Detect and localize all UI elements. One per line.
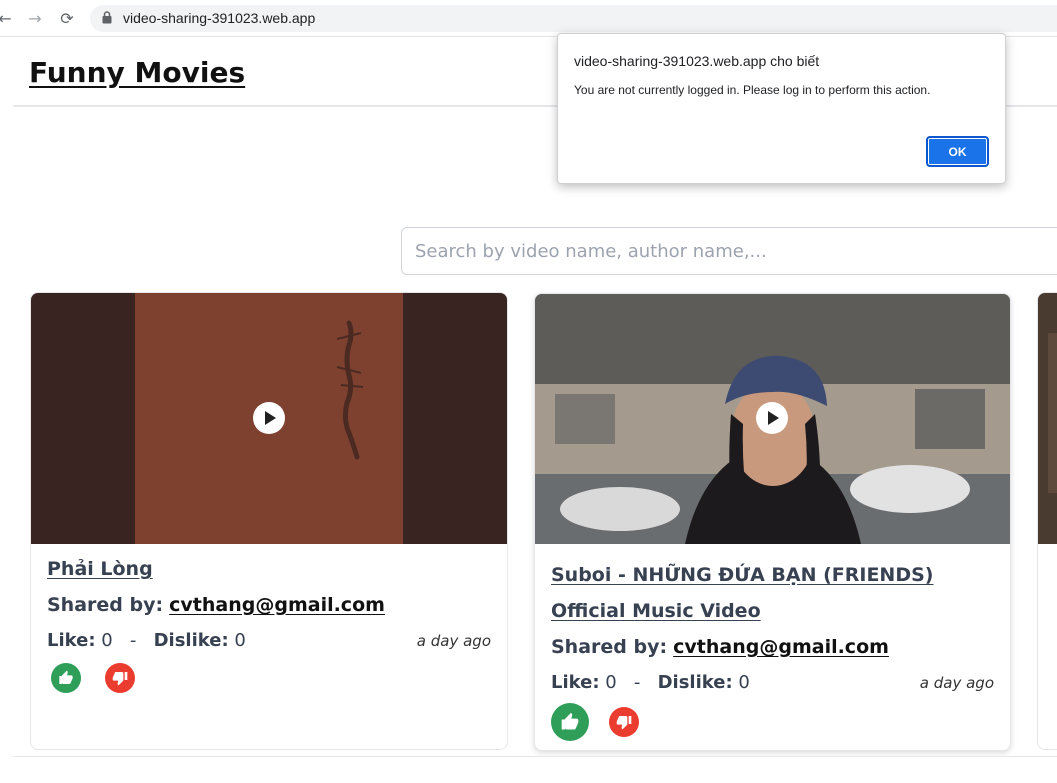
thumbs-up-icon bbox=[59, 670, 73, 684]
like-count: 0 bbox=[101, 630, 113, 651]
time-ago: a day ago bbox=[416, 632, 491, 650]
like-count: 0 bbox=[605, 672, 617, 693]
dislike-label: Dislike: bbox=[657, 672, 733, 693]
vote-actions bbox=[551, 701, 994, 741]
stats-separator: - bbox=[129, 630, 137, 651]
ok-button[interactable]: OK bbox=[926, 136, 989, 167]
shared-by: Shared by: cvthang@gmail.com bbox=[551, 629, 994, 665]
shared-by: Shared by: cvthang@gmail.com bbox=[47, 587, 491, 623]
play-icon[interactable] bbox=[253, 402, 285, 434]
address-bar[interactable]: video-sharing-391023.web.app bbox=[90, 5, 1057, 32]
forward-icon[interactable]: → bbox=[24, 7, 46, 29]
dislike-label: Dislike: bbox=[153, 630, 229, 651]
video-info: Suboi - NHỮNG ĐỨA BẠN (FRIENDS) Official… bbox=[551, 557, 994, 741]
video-thumbnail[interactable] bbox=[31, 293, 507, 544]
dialog-title: video-sharing-391023.web.app cho biết bbox=[574, 53, 820, 69]
search-input[interactable] bbox=[402, 228, 1057, 274]
video-thumbnail-image bbox=[1038, 293, 1057, 544]
dislike-button[interactable] bbox=[609, 707, 639, 737]
shared-by-email-link[interactable]: cvthang@gmail.com bbox=[673, 636, 889, 658]
like-label: Like: bbox=[47, 630, 96, 651]
vote-stats: Like: 0 - Dislike: 0 a day ago bbox=[47, 623, 491, 659]
vote-actions bbox=[47, 659, 491, 699]
video-card bbox=[1037, 292, 1057, 750]
like-label: Like: bbox=[551, 672, 600, 693]
video-thumbnail[interactable] bbox=[1038, 293, 1057, 544]
shared-by-email-link[interactable]: cvthang@gmail.com bbox=[169, 594, 385, 616]
video-card: Suboi - NHỮNG ĐỨA BẠN (FRIENDS) Official… bbox=[534, 293, 1011, 751]
dislike-count: 0 bbox=[738, 672, 750, 693]
search-box bbox=[401, 227, 1057, 275]
video-info: Phải Lòng Shared by: cvthang@gmail.com L… bbox=[47, 551, 491, 699]
thumbs-down-icon bbox=[112, 672, 128, 686]
video-title-link[interactable]: Phải Lòng bbox=[47, 551, 491, 587]
time-ago: a day ago bbox=[919, 674, 994, 692]
back-icon[interactable]: ← bbox=[0, 7, 16, 29]
shared-by-label: Shared by: bbox=[551, 636, 668, 658]
alert-dialog: video-sharing-391023.web.app cho biết Yo… bbox=[557, 33, 1006, 184]
address-url[interactable]: video-sharing-391023.web.app bbox=[123, 10, 315, 26]
play-icon[interactable] bbox=[756, 402, 788, 434]
dislike-button[interactable] bbox=[105, 663, 135, 693]
video-thumbnail[interactable] bbox=[535, 294, 1010, 544]
like-button[interactable] bbox=[51, 663, 81, 693]
shared-by-label: Shared by: bbox=[47, 594, 164, 616]
thumbs-up-icon bbox=[561, 712, 579, 730]
divider bbox=[13, 756, 1057, 757]
vote-stats: Like: 0 - Dislike: 0 a day ago bbox=[551, 665, 994, 701]
video-card: Phải Lòng Shared by: cvthang@gmail.com L… bbox=[30, 292, 508, 750]
reload-icon[interactable]: ⟳ bbox=[56, 7, 78, 29]
dialog-message: You are not currently logged in. Please … bbox=[574, 83, 931, 97]
dislike-count: 0 bbox=[234, 630, 246, 651]
like-button[interactable] bbox=[551, 703, 589, 741]
browser-toolbar: ← → ⟳ video-sharing-391023.web.app bbox=[0, 0, 1057, 37]
lock-icon bbox=[102, 11, 112, 24]
video-title-link[interactable]: Suboi - NHỮNG ĐỨA BẠN (FRIENDS) Official… bbox=[551, 557, 994, 629]
site-title-link[interactable]: Funny Movies bbox=[29, 56, 245, 89]
thumbs-down-icon bbox=[616, 716, 632, 730]
stats-separator: - bbox=[633, 672, 641, 693]
